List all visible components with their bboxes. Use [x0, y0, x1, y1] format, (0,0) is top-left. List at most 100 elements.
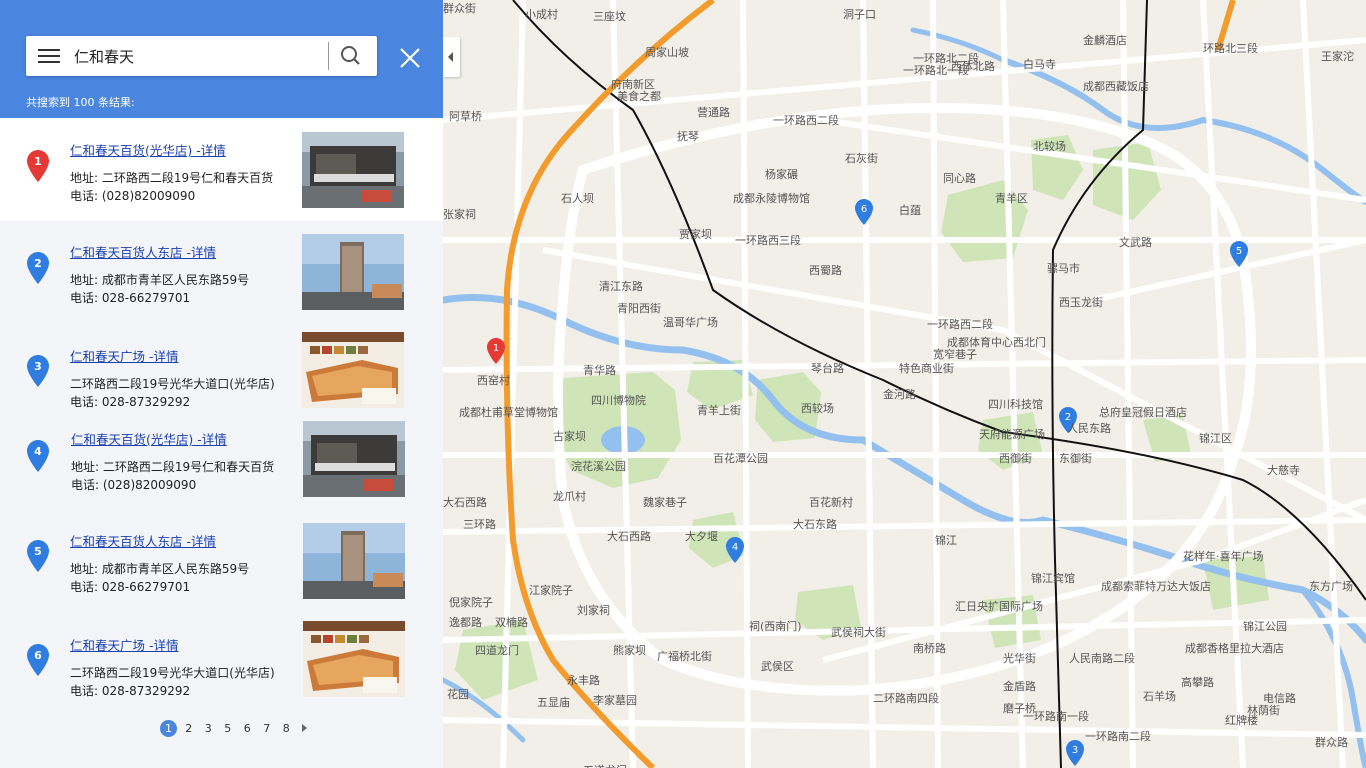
map-label: 二环路南四段 [873, 692, 939, 705]
map-label: 大石西路 [443, 496, 487, 509]
result-thumbnail[interactable] [303, 523, 405, 599]
map-label: 成都香格里拉大酒店 [1185, 642, 1284, 655]
map-label: 天府能源广场 [979, 428, 1045, 441]
collapse-sidebar-button[interactable] [443, 37, 460, 77]
map-label: 营通路 [697, 106, 730, 119]
result-title-link[interactable]: 仁和春天百货(光华店) -详情 [70, 140, 226, 159]
map-label: 锦江区 [1199, 432, 1232, 445]
search-input[interactable]: 仁和春天 [74, 46, 134, 67]
close-button[interactable] [397, 45, 423, 71]
page-3[interactable]: 3 [199, 722, 219, 735]
page-6[interactable]: 6 [238, 722, 258, 735]
next-page-icon[interactable] [302, 724, 307, 732]
map-label: 贾家坝 [679, 228, 712, 241]
page-7[interactable]: 7 [257, 722, 277, 735]
map-label: 成都西藏饭店 [1083, 80, 1149, 93]
map-label: 周家山坡 [645, 46, 689, 59]
map-label: 大夕堰 [685, 530, 718, 543]
map-label: 青阳西街 [617, 302, 661, 315]
map-label: 龙爪村 [553, 490, 586, 503]
map-label: 石羊场 [1143, 690, 1176, 703]
map-label: 文武路 [1119, 236, 1152, 249]
result-thumbnail[interactable] [303, 421, 405, 497]
map-label: 骡马市 [1047, 262, 1080, 275]
map-search-app: 1 2 3 4 5 6 小成村 三座坟 洞子口 一环路北二段 金麟酒店 环路北三… [0, 0, 1366, 768]
map-label: 阿草桥 [449, 110, 482, 123]
result-item-1[interactable]: 1 仁和春天百货(光华店) -详情 地址: 二环路西二段19号仁和春天百货 电话: (… [0, 118, 443, 221]
map-label: 金河路 [883, 388, 916, 401]
result-thumbnail[interactable] [302, 132, 404, 208]
result-item-5[interactable]: 5 仁和春天百货人东店 -详情 地址: 成都市青羊区人民东路59号 电话: 028-6… [0, 514, 443, 614]
result-item-2[interactable]: 2 仁和春天百货人东店 -详情 地址: 成都市青羊区人民东路59号 电话: 028-6… [0, 222, 443, 322]
map-label: 西体北路 [951, 60, 995, 73]
map-label: 群众路 [1315, 736, 1348, 749]
map-label: 花园 [447, 688, 469, 701]
page-1[interactable]: 1 [160, 719, 177, 737]
map-canvas[interactable]: 1 2 3 4 5 6 小成村 三座坟 洞子口 一环路北二段 金麟酒店 环路北三… [439, 0, 1366, 768]
search-box[interactable]: 仁和春天 [26, 36, 377, 76]
map-label: 杨家碾 [765, 168, 798, 181]
map-label: 东方广场 [1309, 580, 1353, 593]
map-label: 磨子桥 [1003, 702, 1036, 715]
result-address: 地址: 成都市青羊区人民东路59号 [70, 273, 250, 287]
map-label: 逸都路 [449, 616, 482, 629]
result-title-link[interactable]: 仁和春天百货(光华店) -详情 [71, 429, 227, 448]
result-item-4[interactable]: 4 仁和春天百货(光华店) -详情 地址: 二环路西二段19号仁和春天百货 电话: (… [0, 411, 443, 511]
map-label: 锦江宾馆 [1031, 572, 1075, 585]
map-label: 永丰路 [567, 674, 600, 687]
result-thumbnail[interactable] [303, 621, 405, 697]
map-label: 南桥路 [913, 642, 946, 655]
map-label: 特色商业街 [899, 362, 954, 375]
page-2[interactable]: 2 [179, 722, 199, 735]
map-label: 石人坝 [561, 192, 594, 205]
map-label: 琴台路 [811, 362, 844, 375]
map-pin-number: 4 [732, 542, 738, 553]
map-label: 五道龙门 [583, 762, 627, 768]
result-thumbnail[interactable] [302, 332, 404, 408]
result-pin-icon: 5 [27, 540, 49, 572]
map-label: 四道龙门 [475, 644, 519, 657]
search-divider [328, 42, 329, 70]
map-label: 光华街 [1003, 652, 1036, 665]
result-title-link[interactable]: 仁和春天广场 -详情 [70, 346, 178, 365]
map-label: 浣花溪公园 [571, 460, 626, 473]
search-button[interactable] [338, 44, 364, 68]
result-title-link[interactable]: 仁和春天百货人东店 -详情 [70, 531, 216, 550]
map-label: 青羊上街 [697, 404, 741, 417]
map-label: 西蜀路 [809, 264, 842, 277]
result-thumbnail[interactable] [302, 234, 404, 310]
map-label: 一环路西二段 [927, 318, 993, 331]
map-label: 百花新村 [809, 496, 853, 509]
svg-text:3: 3 [34, 360, 42, 373]
result-item-6[interactable]: 6 仁和春天广场 -详情 二环路西二段19号光华大道口(光华店) 电话: 028-87… [0, 618, 443, 718]
map-label: 熊家坝 [613, 644, 646, 657]
result-pin-icon: 2 [27, 252, 49, 284]
map-label: 大慈寺 [1267, 464, 1300, 477]
map-label: 花样年·喜年广场 [1183, 550, 1264, 563]
svg-text:5: 5 [34, 545, 42, 558]
map-label: 青羊区 [995, 192, 1028, 205]
result-phone: 电话: 028-66279701 [70, 580, 191, 594]
map-label: 成都永陵博物馆 [733, 192, 810, 205]
map-label: 北较场 [1033, 140, 1066, 153]
map-label: 抚琴 [677, 130, 699, 143]
svg-text:6: 6 [34, 649, 42, 662]
map-label: 大石西路 [607, 530, 651, 543]
map-label: 广福桥北街 [657, 650, 712, 663]
result-title-link[interactable]: 仁和春天广场 -详情 [70, 635, 178, 654]
map-label: 一环路西三段 [735, 234, 801, 247]
map-label: 小成村 [525, 8, 558, 21]
map-label: 洞子口 [843, 8, 876, 21]
result-phone: 电话: (028)82009090 [70, 189, 196, 203]
page-5[interactable]: 5 [218, 722, 238, 735]
map-label: 一环路西二段 [773, 114, 839, 127]
result-title-link[interactable]: 仁和春天百货人东店 -详情 [70, 242, 216, 261]
page-8[interactable]: 8 [277, 722, 297, 735]
map-label: 同心路 [943, 172, 976, 185]
map-label: 总府皇冠假日酒店 [1099, 406, 1187, 419]
map-label: 成都索菲特万达大饭店 [1101, 580, 1211, 593]
result-pin-icon: 3 [27, 355, 49, 387]
result-address: 地址: 二环路西二段19号仁和春天百货 [70, 171, 274, 185]
menu-icon[interactable] [38, 49, 60, 64]
svg-text:2: 2 [34, 257, 42, 270]
